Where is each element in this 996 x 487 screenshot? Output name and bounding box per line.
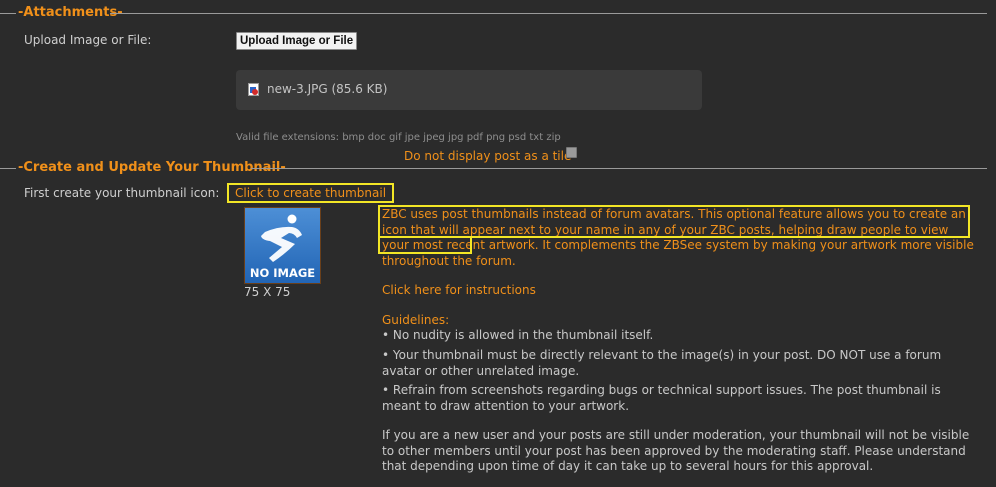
moderation-note: If you are a new user and your posts are… bbox=[382, 428, 970, 473]
thumbnail-divider bbox=[251, 168, 987, 169]
thumbnail-preview: NO IMAGE bbox=[244, 207, 321, 284]
upload-button[interactable]: Upload Image or File bbox=[236, 32, 358, 50]
guideline-item: • No nudity is allowed in the thumbnail … bbox=[382, 328, 654, 342]
valid-extensions: Valid file extensions: bmp doc gif jpe j… bbox=[236, 132, 561, 143]
no-tile-checkbox[interactable] bbox=[566, 147, 577, 158]
attachments-divider bbox=[110, 13, 987, 14]
highlight-box bbox=[378, 236, 472, 254]
thumbnail-legend: -Create and Update Your Thumbnail- bbox=[18, 160, 286, 175]
create-thumbnail-link[interactable]: Click to create thumbnail bbox=[227, 183, 395, 203]
attachments-legend: -Attachments- bbox=[18, 5, 123, 20]
thumbnail-divider-left bbox=[0, 168, 16, 169]
guideline-item: • Your thumbnail must be directly releva… bbox=[382, 348, 942, 378]
attached-file[interactable]: new-3.JPG (85.6 KB) bbox=[236, 70, 702, 110]
thumbnail-size: 75 X 75 bbox=[244, 285, 291, 299]
instructions-link[interactable]: Click here for instructions bbox=[382, 283, 536, 297]
guidelines-title: Guidelines: bbox=[382, 313, 450, 327]
file-name[interactable]: new-3.JPG (85.6 KB) bbox=[267, 82, 387, 96]
first-create-label: First create your thumbnail icon: bbox=[24, 186, 220, 200]
attachments-divider-left bbox=[0, 13, 16, 14]
guideline-item: • Refrain from screenshots regarding bug… bbox=[382, 383, 941, 413]
no-image-text: NO IMAGE bbox=[249, 266, 316, 280]
no-tile-label: Do not display post as a tile bbox=[404, 149, 572, 163]
zbrush-figure-icon bbox=[261, 214, 302, 262]
highlight-box bbox=[378, 205, 970, 238]
image-file-icon bbox=[248, 83, 259, 96]
upload-label: Upload Image or File: bbox=[24, 33, 152, 47]
